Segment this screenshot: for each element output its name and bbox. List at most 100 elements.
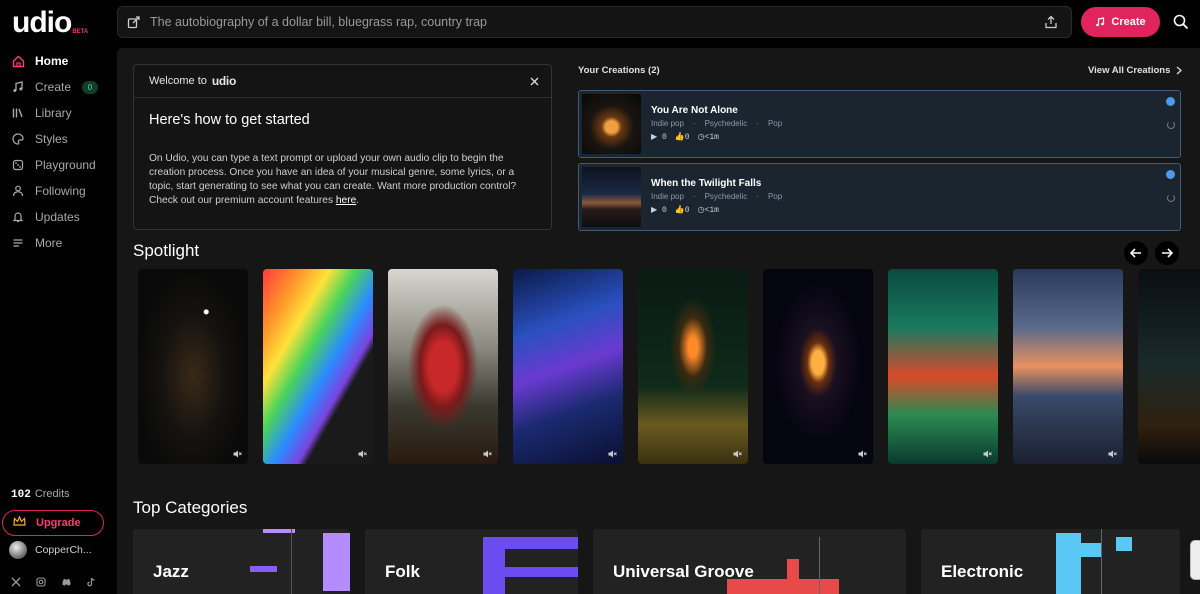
plays-count: 0 [661,206,667,215]
sidebar-item-library[interactable]: Library [0,100,117,126]
sidebar-item-more[interactable]: More [0,230,117,256]
spotlight-carousel [138,269,1200,465]
udio-logo[interactable]: udio BETA [12,8,88,38]
clock-icon: ◷ [697,206,705,215]
instagram-icon[interactable] [35,576,47,588]
sidebar-item-following[interactable]: Following [0,178,117,204]
track-cover-art[interactable] [582,167,641,227]
prompt-bar[interactable]: The autobiography of a dollar bill, blue… [117,6,1072,38]
duration: <1m [704,206,719,215]
category-art-block [483,537,505,594]
category-label: Electronic [941,562,1024,581]
view-all-label: View All Creations [1088,65,1171,76]
track-stats: ▶ 0 👍0 ◷<1m [651,132,719,142]
user-profile[interactable]: CopperCh... [9,541,92,559]
sidebar-item-updates[interactable]: Updates [0,204,117,230]
spotlight-card[interactable] [638,269,748,464]
welcome-prefix: Welcome to [149,75,207,87]
category-card-universal-groove[interactable]: Universal Groove [593,529,906,594]
sidebar-item-create[interactable]: Create 0 [0,74,117,100]
category-art-line [819,537,820,594]
select-radio[interactable] [1166,97,1175,106]
search-icon[interactable] [1170,11,1192,33]
track-title[interactable]: You Are Not Alone [651,105,738,116]
spotlight-card[interactable] [1138,269,1200,464]
sidebar-item-playground[interactable]: Playground [0,152,117,178]
main-content: Welcome to udio Here's how to get starte… [117,48,1200,594]
spotlight-card[interactable] [763,269,873,464]
view-all-creations-link[interactable]: View All Creations [1088,65,1183,76]
sidebar-item-home[interactable]: Home [0,48,117,74]
arrow-right-icon[interactable] [1155,241,1179,265]
creation-track[interactable]: When the Twilight Falls Indie pop · Psych… [578,163,1181,231]
category-art-block [1116,537,1132,551]
tag[interactable]: Indie pop [651,192,684,201]
muted-speaker-icon[interactable] [606,448,618,460]
spotlight-card[interactable] [513,269,623,464]
tag[interactable]: Indie pop [651,119,684,128]
sidebar-item-label: Playground [35,158,96,172]
likes-stat: 👍0 [675,205,690,215]
muted-speaker-icon[interactable] [231,448,243,460]
x-twitter-icon[interactable] [10,576,22,588]
spotlight-card[interactable] [138,269,248,464]
spotlight-card[interactable] [1013,269,1123,464]
track-stats: ▶ 0 👍0 ◷<1m [651,205,719,215]
home-icon [11,54,25,68]
menu-icon [11,236,25,250]
upgrade-button[interactable]: Upgrade [2,510,104,536]
select-radio[interactable] [1166,170,1175,179]
crown-icon [13,515,26,530]
muted-speaker-icon[interactable] [856,448,868,460]
track-title[interactable]: When the Twilight Falls [651,178,761,189]
bell-icon [11,210,25,224]
sidebar-item-label: Create [35,80,72,94]
welcome-title: Here's how to get started [149,112,310,128]
tag[interactable]: Psychedelic [705,192,748,201]
prompt-input[interactable]: The autobiography of a dollar bill, blue… [150,15,1031,29]
arrow-left-icon[interactable] [1124,241,1148,265]
discord-icon[interactable] [60,576,72,588]
category-art-block [1081,543,1101,557]
spotlight-card[interactable] [263,269,373,464]
muted-speaker-icon[interactable] [481,448,493,460]
close-icon[interactable] [527,74,541,88]
welcome-card: Welcome to udio Here's how to get starte… [133,64,552,230]
credits-display: 102 Credits [11,488,70,501]
category-card-folk[interactable]: Folk [365,529,578,594]
muted-speaker-icon[interactable] [981,448,993,460]
spotlight-card[interactable] [888,269,998,464]
sidebar-item-styles[interactable]: Styles [0,126,117,152]
tag[interactable]: Pop [768,119,782,128]
plays-count: 0 [661,133,667,142]
category-art-block [505,567,578,577]
dice-icon [11,158,25,172]
prompt-mode-icon[interactable] [118,15,150,29]
sidebar-item-label: Following [35,184,86,198]
premium-link[interactable]: here [336,195,356,206]
muted-speaker-icon[interactable] [1106,448,1118,460]
welcome-body-end: . [356,195,360,206]
welcome-header: Welcome to udio [134,65,551,98]
udio-app: udio BETA The autobiography of a dollar … [0,0,1200,594]
track-cover-art[interactable] [582,94,641,154]
top-categories-title: Top Categories [133,498,248,517]
loading-spinner-icon [1167,121,1175,129]
tag[interactable]: Psychedelic [705,119,748,128]
tiktok-icon[interactable] [85,576,97,588]
side-panel-toggle[interactable] [1190,540,1200,580]
tag[interactable]: Pop [768,192,782,201]
muted-speaker-icon[interactable] [731,448,743,460]
username: CopperCh... [35,544,92,556]
spotlight-card[interactable] [388,269,498,464]
duration-stat: ◷<1m [698,132,719,142]
upload-icon[interactable] [1031,15,1071,29]
create-button[interactable]: Create [1081,7,1160,37]
category-card-electronic[interactable]: Electronic [921,529,1180,594]
category-card-jazz[interactable]: Jazz [133,529,350,594]
category-art-block [1056,533,1081,594]
likes-count: 0 [684,133,690,142]
muted-speaker-icon[interactable] [356,448,368,460]
chevron-right-icon [1176,66,1183,75]
creation-track[interactable]: You Are Not Alone Indie pop · Psychedelic… [578,90,1181,158]
